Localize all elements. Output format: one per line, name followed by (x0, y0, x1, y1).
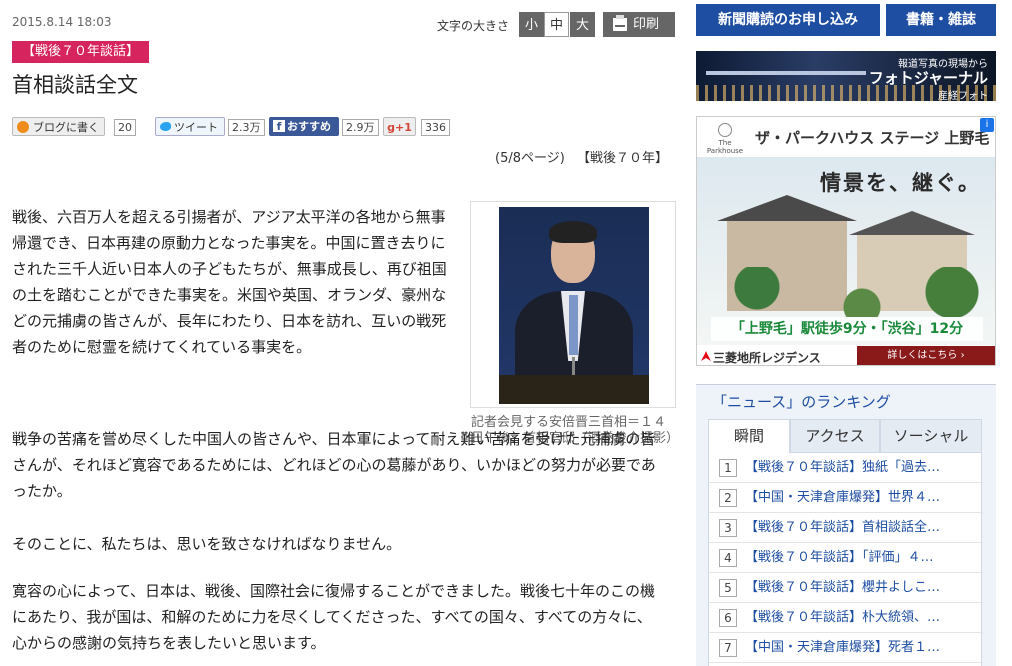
parkhouse-logo: The Parkhouse (705, 123, 745, 155)
tweet-button[interactable]: ツイート (155, 117, 225, 136)
ad-choices-icon[interactable]: i (980, 118, 994, 132)
real-estate-ad[interactable]: The Parkhouse ザ・パークハウス ステージ 上野毛 i 情景を、継ぐ… (696, 116, 996, 366)
list-item[interactable]: 2 【中国・天津倉庫爆発】世界４… (709, 483, 983, 513)
pen-icon (17, 121, 29, 133)
rank-link[interactable]: 【戦後７０年談話】「評価」４… (745, 543, 977, 573)
facebook-count: 2.9万 (342, 119, 379, 136)
list-item[interactable]: 1 【戦後７０年談話】独紙「過去… (709, 453, 983, 483)
ad-company: 三菱地所レジデンス (713, 351, 821, 365)
rank-number: 4 (719, 549, 737, 567)
rank-number: 1 (719, 459, 737, 477)
tab-social[interactable]: ソーシャル (880, 419, 982, 453)
tweet-label: ツイート (174, 121, 218, 134)
rank-link[interactable]: 【戦後７０年談話】首相談話全… (745, 513, 977, 543)
article-paragraph: そのことに、私たちは、思いを致さなければなりません。 (12, 535, 402, 553)
blog-share-label: ブログに書く (33, 121, 99, 134)
news-ranking: 「ニュース」のランキング 瞬間 アクセス ソーシャル 1 【戦後７０年談話】独紙… (696, 384, 996, 666)
ad-access-info: 「上野毛」駅徒歩9分・「渋谷」12分 (711, 317, 983, 341)
page-title: 首相談話全文 (12, 73, 138, 97)
printer-icon (613, 15, 627, 31)
tweet-count: 2.3万 (228, 119, 265, 136)
page-number: (5/8ページ) (495, 151, 565, 166)
tab-instant[interactable]: 瞬間 (708, 419, 790, 453)
article-paragraph: 戦争の苦痛を嘗め尽くした中国人の皆さんや、日本軍によって耐え難い苦痛を受けた元捕… (12, 430, 656, 500)
font-size-large-button[interactable]: 大 (570, 12, 595, 37)
rank-number: 6 (719, 609, 737, 627)
article-paragraph: 寛容の心によって、日本は、戦後、国際社会に復帰することができました。戦後七十年の… (12, 582, 656, 652)
google-plus-button[interactable]: g+1 (383, 117, 416, 136)
rank-link[interactable]: 【中国・天津倉庫爆発】死者１… (745, 633, 977, 663)
font-size-medium-button[interactable]: 中 (544, 12, 569, 37)
print-button[interactable]: 印刷 (603, 12, 675, 37)
list-item[interactable]: 3 【戦後７０年談話】首相談話全… (709, 513, 983, 543)
blog-share-button[interactable]: ブログに書く (12, 117, 105, 136)
banner-title: フォトジャーナル (868, 69, 988, 87)
article-paragraph: 戦後、六百万人を超える引揚者が、アジア太平洋の各地から無事帰還でき、日本再建の原… (12, 208, 447, 356)
list-item[interactable]: 5 【戦後７０年談話】櫻井よしこ… (709, 573, 983, 603)
article-photo-frame (470, 201, 676, 408)
print-label: 印刷 (633, 17, 660, 32)
rank-link[interactable]: 【戦後７０年談話】櫻井よしこ… (745, 573, 977, 603)
list-item[interactable]: 7 【中国・天津倉庫爆発】死者１… (709, 633, 983, 663)
ad-tagline: 情景を、継ぐ。 (820, 171, 981, 195)
list-item[interactable]: 6 【戦後７０年談話】朴大統領、… (709, 603, 983, 633)
facebook-recommend-label: おすすめ (287, 120, 331, 133)
rank-number: 2 (719, 489, 737, 507)
facebook-recommend-button[interactable]: f おすすめ (269, 117, 339, 136)
font-size-small-button[interactable]: 小 (519, 12, 544, 37)
font-size-label: 文字の大きさ (437, 19, 510, 33)
banner-brand: 産経フォト (938, 91, 988, 101)
series-link[interactable]: 【戦後７０年】 (577, 151, 668, 166)
page-indicator: (5/8ページ) 【戦後７０年】 (495, 147, 668, 166)
rank-link[interactable]: 【戦後７０年談話】朴大統領、… (745, 603, 977, 633)
twitter-bird-icon (160, 122, 171, 131)
subscribe-newspaper-button[interactable]: 新聞購読のお申し込み (696, 4, 880, 36)
photo-journal-banner[interactable]: 報道写真の現場から フォトジャーナル 産経フォト (696, 51, 996, 101)
google-plus-count: 336 (421, 119, 450, 136)
logo-emblem-icon (718, 123, 732, 137)
article-column: 2015.8.14 18:03 文字の大きさ 小 中 大 印刷 【戦後７０年談話… (0, 0, 680, 666)
rank-number: 5 (719, 579, 737, 597)
ad-details-button[interactable]: 詳しくはこちら › (857, 346, 995, 365)
tab-access[interactable]: アクセス (790, 419, 880, 453)
books-magazines-button[interactable]: 書籍・雑誌 (886, 4, 996, 36)
facebook-icon: f (273, 120, 285, 133)
category-tag[interactable]: 【戦後７０年談話】 (12, 41, 150, 63)
rank-link[interactable]: 【中国・天津倉庫爆発】世界４… (745, 483, 977, 513)
sidebar: 新聞購読のお申し込み 書籍・雑誌 報道写真の現場から フォトジャーナル 産経フォ… (696, 0, 996, 666)
ad-headline: ザ・パークハウス ステージ 上野毛 (755, 129, 990, 147)
blog-count: 20 (114, 119, 136, 136)
rank-link[interactable]: 【戦後７０年談話】独紙「過去… (745, 453, 977, 483)
article-photo[interactable] (499, 207, 649, 404)
ranking-list: 1 【戦後７０年談話】独紙「過去… 2 【中国・天津倉庫爆発】世界４… 3 【戦… (708, 453, 983, 666)
rank-number: 7 (719, 639, 737, 657)
list-item[interactable]: 4 【戦後７０年談話】「評価」４… (709, 543, 983, 573)
article-date: 2015.8.14 18:03 (12, 15, 112, 29)
ranking-title: 「ニュース」のランキング (712, 393, 891, 411)
rank-number: 3 (719, 519, 737, 537)
